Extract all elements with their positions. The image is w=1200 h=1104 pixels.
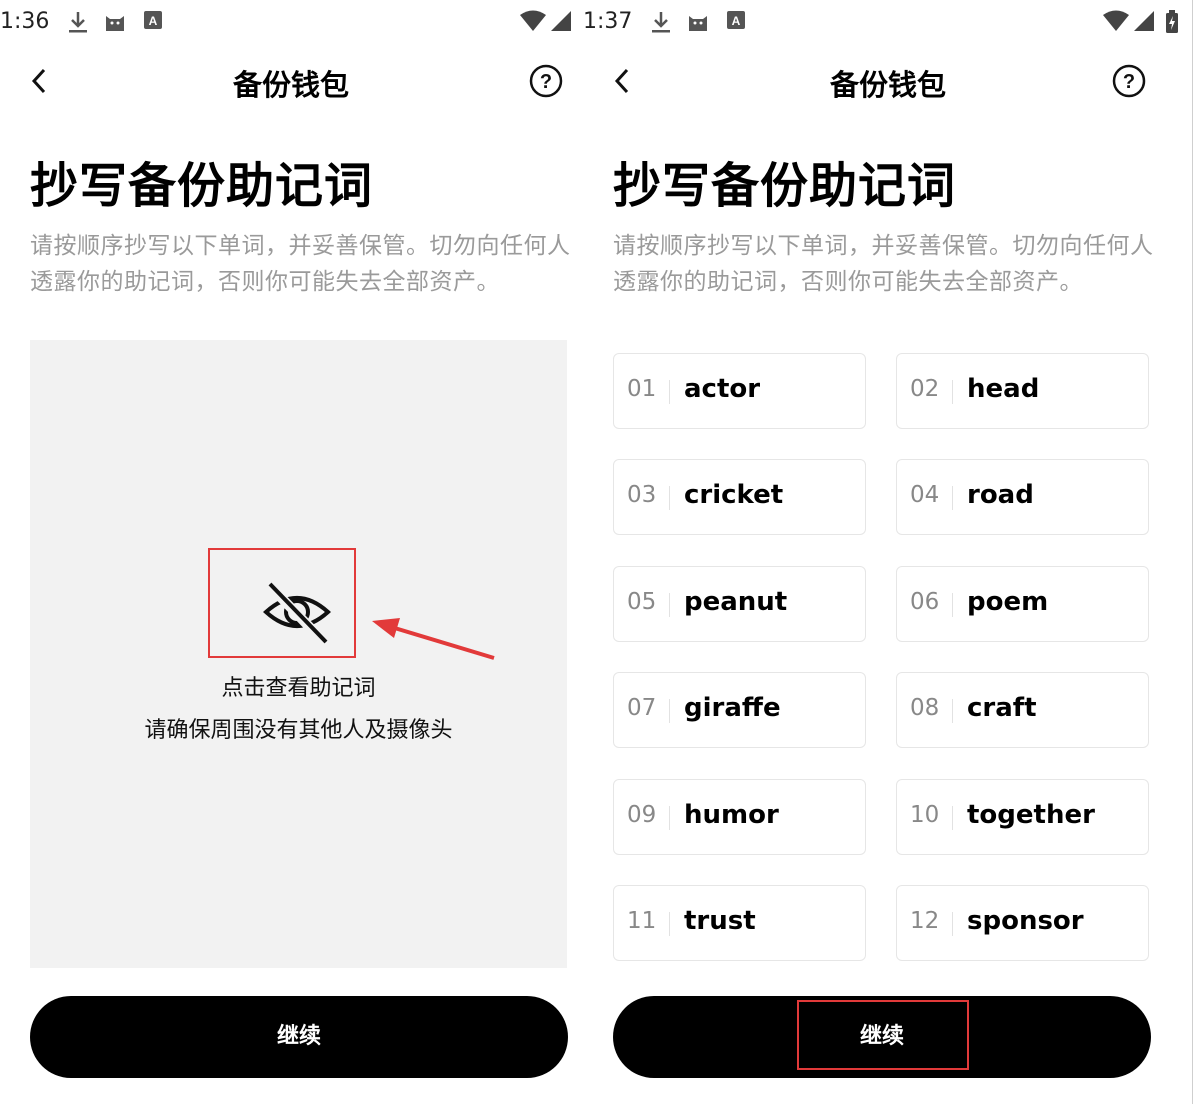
word-index: 07 bbox=[627, 695, 657, 722]
word-text: poem bbox=[967, 586, 1049, 617]
reveal-subtext: 请确保周围没有其他人及摄像头 bbox=[144, 718, 453, 743]
annotation-arrow-icon bbox=[372, 618, 495, 660]
word-index: 10 bbox=[910, 801, 940, 828]
word-index: 05 bbox=[627, 588, 657, 615]
word-text: humor bbox=[684, 799, 779, 830]
word-index: 01 bbox=[627, 376, 657, 402]
word-index: 09 bbox=[627, 801, 657, 828]
page-description: 请按顺序抄写以下单词，并妥善保管。切勿向任何人透露你的助记词，否则你可能失去全部… bbox=[613, 233, 1154, 295]
mnemonic-word-card: 06 poem bbox=[896, 565, 1149, 642]
nav-bar: 备份钱包 ? bbox=[0, 50, 582, 112]
page-title: 抄写备份助记词 bbox=[613, 158, 957, 214]
word-separator bbox=[669, 380, 670, 404]
download-icon bbox=[651, 10, 671, 38]
word-text: sponsor bbox=[967, 906, 1084, 936]
word-separator bbox=[952, 699, 953, 724]
battery-icon bbox=[1165, 10, 1179, 38]
nav-title: 备份钱包 bbox=[232, 68, 349, 102]
eye-off-icon[interactable] bbox=[262, 580, 332, 650]
help-icon[interactable]: ? bbox=[529, 64, 563, 98]
signal-icon bbox=[1133, 10, 1155, 36]
word-index: 08 bbox=[910, 695, 940, 722]
download-icon bbox=[68, 10, 88, 38]
word-index: 03 bbox=[627, 482, 657, 509]
signal-icon bbox=[550, 10, 572, 36]
word-index: 11 bbox=[627, 908, 657, 934]
word-text: together bbox=[967, 799, 1095, 830]
word-separator bbox=[669, 699, 670, 724]
mnemonic-word-card: 05 peanut bbox=[613, 565, 866, 642]
word-text: giraffe bbox=[684, 693, 781, 724]
svg-text:?: ? bbox=[540, 71, 552, 93]
mnemonic-word-card: 12 sponsor bbox=[896, 885, 1149, 961]
word-index: 02 bbox=[910, 376, 940, 402]
right-screen: 1:37 A 备份钱包 ? 抄写备份助记词 请按顺序抄写以下单词，并妥善保管。切… bbox=[583, 0, 1193, 1104]
mnemonic-word-card: 08 craft bbox=[896, 672, 1149, 749]
word-text: craft bbox=[967, 693, 1037, 724]
continue-highlight-box bbox=[797, 1000, 969, 1070]
word-separator bbox=[952, 805, 953, 830]
a-badge-icon: A bbox=[144, 10, 162, 34]
continue-button[interactable]: 继续 bbox=[613, 996, 1151, 1078]
word-text: trust bbox=[684, 906, 756, 936]
left-screen: 1:36 A 备份钱包 ? 抄写备份助记词 请按顺序抄写以下单词，并妥善保管。切… bbox=[0, 0, 582, 1104]
word-text: head bbox=[967, 374, 1040, 404]
word-text: peanut bbox=[684, 586, 788, 617]
word-separator bbox=[952, 486, 953, 511]
svg-text:A: A bbox=[732, 14, 741, 28]
word-text: cricket bbox=[684, 480, 784, 511]
right-border bbox=[1192, 0, 1193, 1104]
word-index: 04 bbox=[910, 482, 940, 509]
svg-text:?: ? bbox=[1123, 71, 1135, 93]
status-bar: 1:37 A bbox=[583, 0, 1193, 46]
reveal-mnemonic-area[interactable]: 点击查看助记词 请确保周围没有其他人及摄像头 bbox=[30, 340, 567, 968]
a-badge-icon: A bbox=[727, 10, 745, 34]
word-text: actor bbox=[684, 374, 761, 404]
word-separator bbox=[952, 380, 953, 404]
cat-icon bbox=[687, 10, 709, 36]
word-index: 12 bbox=[910, 908, 940, 934]
wifi-icon bbox=[1103, 10, 1129, 36]
mnemonic-word-card: 09 humor bbox=[613, 778, 866, 855]
svg-text:A: A bbox=[149, 14, 158, 28]
reveal-text: 点击查看助记词 bbox=[221, 676, 376, 701]
word-separator bbox=[952, 912, 953, 936]
mnemonic-word-card: 11 trust bbox=[613, 885, 866, 961]
status-bar: 1:36 A bbox=[0, 0, 582, 46]
cat-icon bbox=[104, 10, 126, 36]
word-separator bbox=[669, 912, 670, 936]
continue-button[interactable]: 继续 bbox=[30, 996, 568, 1078]
word-index: 06 bbox=[910, 588, 940, 615]
nav-title: 备份钱包 bbox=[829, 68, 946, 102]
page-title: 抄写备份助记词 bbox=[30, 158, 374, 214]
mnemonic-word-card: 07 giraffe bbox=[613, 672, 866, 749]
mnemonic-word-card: 02 head bbox=[896, 353, 1149, 429]
mnemonic-word-card: 03 cricket bbox=[613, 459, 866, 536]
word-separator bbox=[952, 592, 953, 617]
nav-bar: 备份钱包 ? bbox=[583, 50, 1193, 112]
status-time: 1:37 bbox=[583, 9, 633, 34]
word-separator bbox=[669, 486, 670, 511]
page-description: 请按顺序抄写以下单词，并妥善保管。切勿向任何人透露你的助记词，否则你可能失去全部… bbox=[30, 233, 571, 295]
word-text: road bbox=[967, 480, 1034, 511]
word-separator bbox=[669, 805, 670, 830]
mnemonic-word-card: 01 actor bbox=[613, 353, 866, 429]
mnemonic-word-card: 04 road bbox=[896, 459, 1149, 536]
word-separator bbox=[669, 592, 670, 617]
wifi-icon bbox=[520, 10, 546, 36]
mnemonic-word-card: 10 together bbox=[896, 778, 1149, 855]
status-time: 1:36 bbox=[0, 9, 50, 34]
help-icon[interactable]: ? bbox=[1112, 64, 1146, 98]
eye-highlight-box bbox=[208, 548, 356, 658]
